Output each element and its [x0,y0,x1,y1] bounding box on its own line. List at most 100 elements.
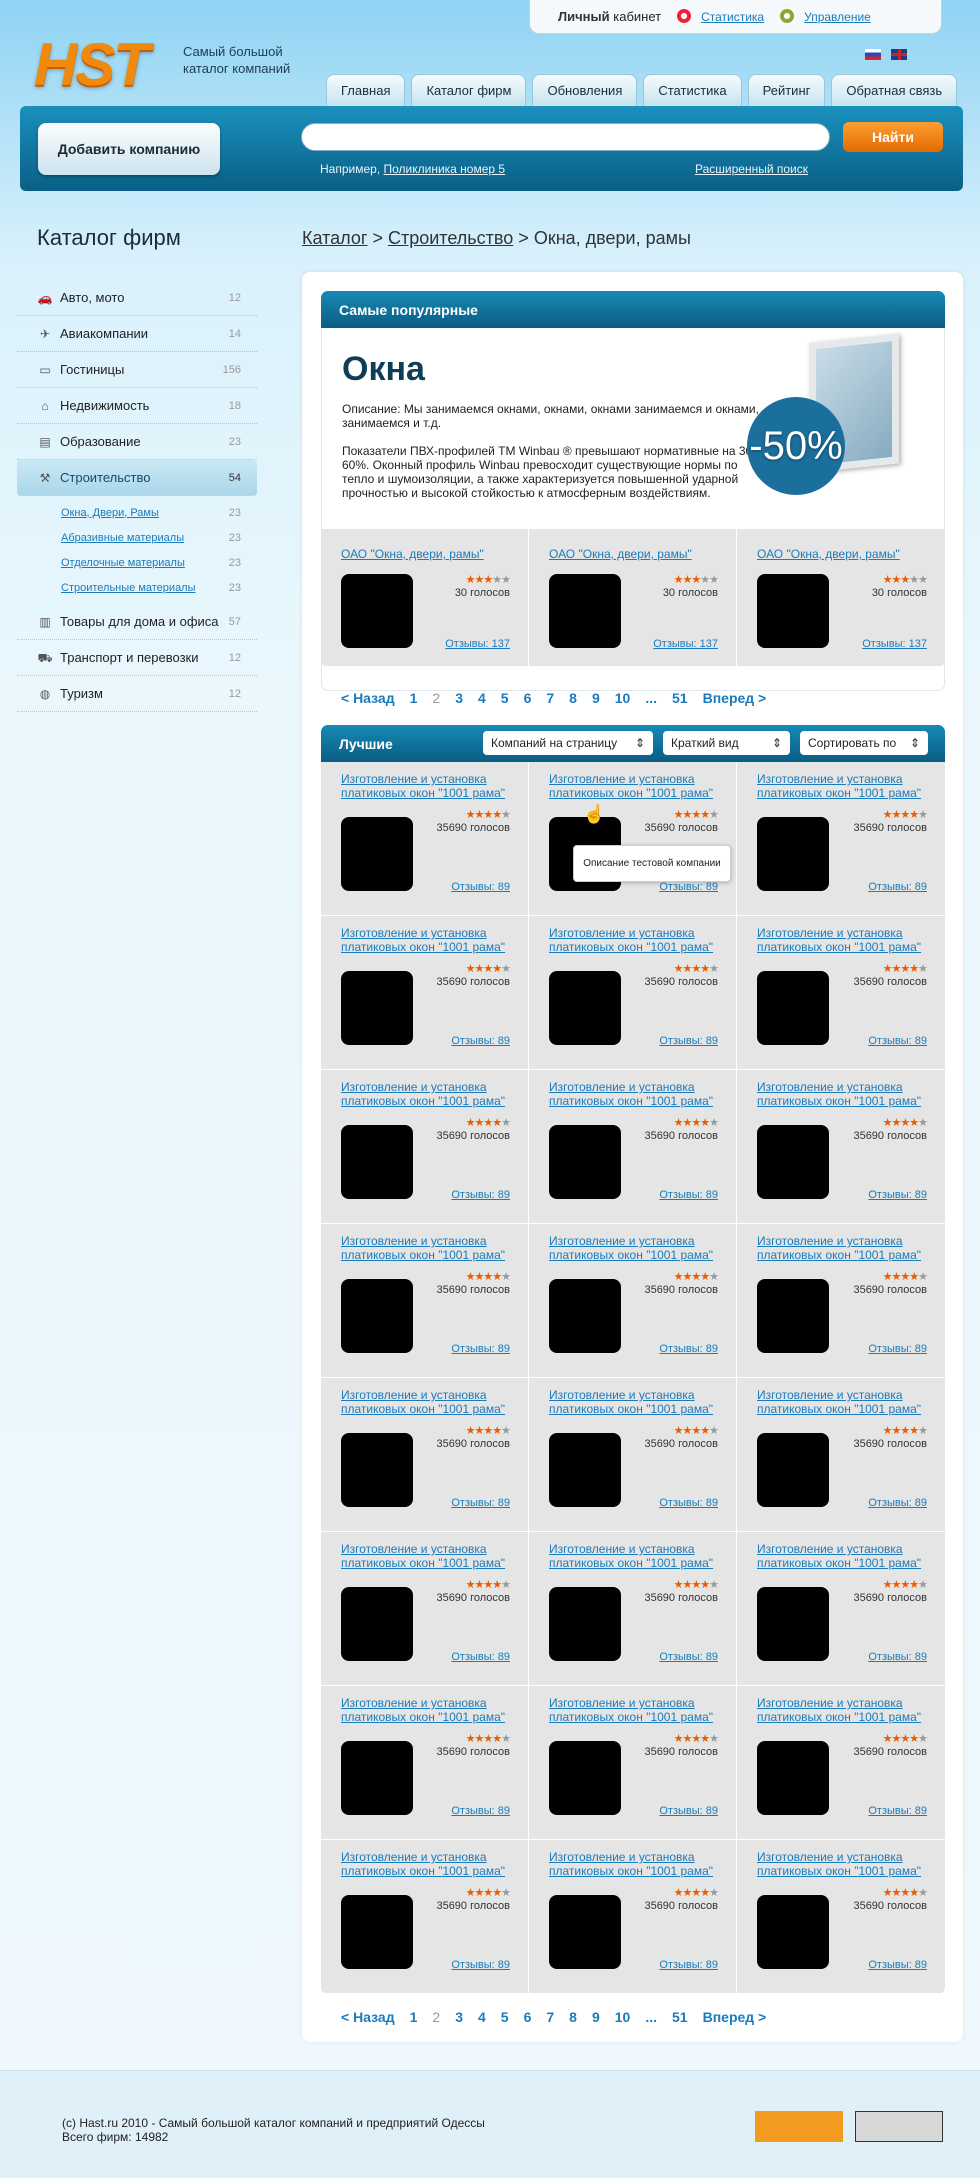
page-link[interactable]: 9 [592,2009,600,2025]
add-company-button[interactable]: Добавить компанию [38,123,220,175]
breadcrumb-construction[interactable]: Строительство [388,228,513,248]
star-icon[interactable]: ★ [691,1887,701,1899]
company-logo[interactable] [757,574,829,648]
company-logo[interactable] [549,1587,621,1661]
company-link[interactable]: ОАО "Окна, двери, рамы" [757,547,900,561]
star-icon[interactable]: ★ [900,809,910,821]
star-icon[interactable]: ★ [883,1733,893,1745]
star-icon[interactable]: ★ [883,1579,893,1591]
company-link[interactable]: Изготовление и установка платиковых окон… [757,1850,921,1878]
en-flag-icon[interactable] [891,49,907,60]
star-icon[interactable]: ★ [700,1425,710,1437]
category-item[interactable]: ◍ Туризм 12 [17,676,257,712]
company-logo[interactable] [341,1433,413,1507]
star-icon[interactable]: ★ [492,963,502,975]
star-icon[interactable]: ★ [466,809,476,821]
page-link[interactable]: 7 [546,2009,554,2025]
page-link[interactable]: 9 [592,690,600,706]
star-icon[interactable]: ★ [709,963,719,975]
company-link[interactable]: Изготовление и установка платиковых окон… [341,1850,505,1878]
star-icon[interactable]: ★ [709,574,719,586]
page-link[interactable]: 2 [432,690,440,706]
star-icon[interactable]: ★ [466,1887,476,1899]
star-icon[interactable]: ★ [674,809,684,821]
star-icon[interactable]: ★ [909,1579,919,1591]
company-link[interactable]: Изготовление и установка платиковых окон… [757,1388,921,1416]
prev-link[interactable]: < Назад [341,690,395,706]
company-link[interactable]: Изготовление и установка платиковых окон… [341,772,505,800]
company-logo[interactable] [757,971,829,1045]
star-icon[interactable]: ★ [918,1117,928,1129]
star-icon[interactable]: ★ [492,809,502,821]
star-icon[interactable]: ★ [709,1887,719,1899]
category-item[interactable]: ▥ Товары для дома и офиса 57 [17,604,257,640]
nav-tab[interactable]: Рейтинг [747,74,826,106]
subcategory-link[interactable]: Окна, Двери, Рамы [61,507,159,519]
reviews-link[interactable]: Отзывы: 137 [653,638,718,650]
company-link[interactable]: Изготовление и установка платиковых окон… [549,1080,713,1108]
star-icon[interactable]: ★ [483,1579,493,1591]
reviews-link[interactable]: Отзывы: 89 [659,1805,718,1817]
next-link[interactable]: Вперед > [703,690,767,706]
company-link[interactable]: Изготовление и установка платиковых окон… [549,1234,713,1262]
star-icon[interactable]: ★ [691,809,701,821]
star-icon[interactable]: ★ [691,1271,701,1283]
star-icon[interactable]: ★ [918,1579,928,1591]
page-link[interactable]: 10 [615,690,631,706]
nav-tab[interactable]: Обновления [532,74,638,106]
star-icon[interactable]: ★ [691,1117,701,1129]
star-icon[interactable]: ★ [709,1425,719,1437]
star-icon[interactable]: ★ [700,963,710,975]
star-icon[interactable]: ★ [918,963,928,975]
next-link[interactable]: Вперед > [703,2009,767,2025]
star-icon[interactable]: ★ [918,1271,928,1283]
star-icon[interactable]: ★ [501,1271,511,1283]
page-link[interactable]: 5 [501,690,509,706]
star-icon[interactable]: ★ [900,1271,910,1283]
breadcrumb-catalog[interactable]: Каталог [302,228,367,248]
star-icon[interactable]: ★ [674,1579,684,1591]
reviews-link[interactable]: Отзывы: 89 [451,1343,510,1355]
page-link[interactable]: 4 [478,2009,486,2025]
subcategory-link[interactable]: Абразивные материалы [61,532,184,544]
star-icon[interactable]: ★ [501,1117,511,1129]
reviews-link[interactable]: Отзывы: 89 [451,1651,510,1663]
reviews-link[interactable]: Отзывы: 89 [868,1189,927,1201]
company-logo[interactable] [549,1279,621,1353]
star-icon[interactable]: ★ [674,1733,684,1745]
company-logo[interactable] [341,1587,413,1661]
company-link[interactable]: Изготовление и установка платиковых окон… [549,1850,713,1878]
star-icon[interactable]: ★ [900,1579,910,1591]
nav-tab[interactable]: Обратная связь [831,74,958,106]
star-icon[interactable]: ★ [700,574,710,586]
reviews-link[interactable]: Отзывы: 137 [445,638,510,650]
page-link[interactable]: 3 [455,2009,463,2025]
star-icon[interactable]: ★ [700,1579,710,1591]
star-icon[interactable]: ★ [483,1425,493,1437]
company-link[interactable]: Изготовление и установка платиковых окон… [549,1388,713,1416]
star-icon[interactable]: ★ [501,1887,511,1899]
star-icon[interactable]: ★ [501,963,511,975]
company-logo[interactable] [757,1741,829,1815]
star-icon[interactable]: ★ [483,809,493,821]
reviews-link[interactable]: Отзывы: 89 [659,1497,718,1509]
star-icon[interactable]: ★ [883,1271,893,1283]
star-icon[interactable]: ★ [900,1887,910,1899]
star-icon[interactable]: ★ [483,1887,493,1899]
company-link[interactable]: Изготовление и установка платиковых окон… [341,1234,505,1262]
star-icon[interactable]: ★ [900,1425,910,1437]
reviews-link[interactable]: Отзывы: 89 [451,881,510,893]
nav-tab[interactable]: Статистика [643,74,742,106]
star-icon[interactable]: ★ [492,1117,502,1129]
page-link[interactable]: 2 [432,2009,440,2025]
star-icon[interactable]: ★ [466,1117,476,1129]
star-icon[interactable]: ★ [691,963,701,975]
star-icon[interactable]: ★ [501,809,511,821]
star-icon[interactable]: ★ [700,1887,710,1899]
nav-tab[interactable]: Главная [326,74,406,106]
star-icon[interactable]: ★ [909,1733,919,1745]
star-icon[interactable]: ★ [883,1425,893,1437]
page-link[interactable]: 10 [615,2009,631,2025]
star-icon[interactable]: ★ [709,1579,719,1591]
reviews-link[interactable]: Отзывы: 89 [659,1343,718,1355]
